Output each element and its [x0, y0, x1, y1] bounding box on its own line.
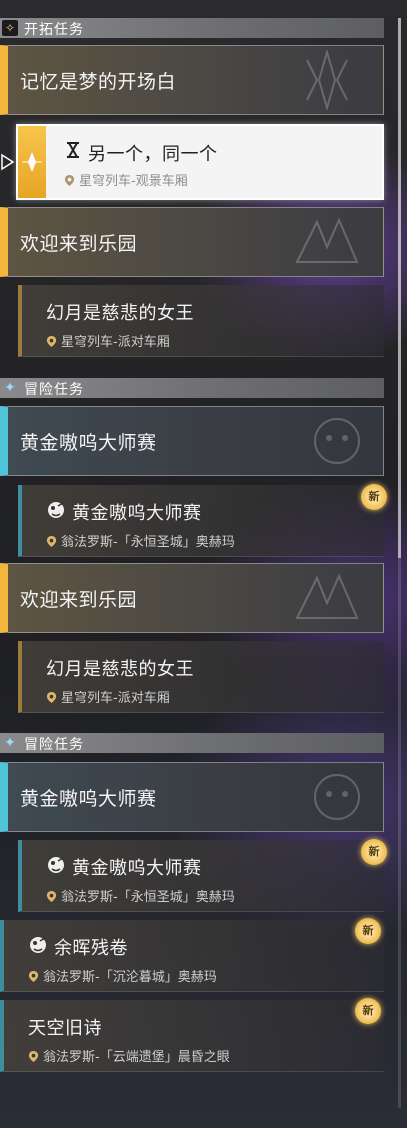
location-text: 翁法罗斯-「云端遗堡」晨昏之眼	[43, 1050, 230, 1065]
quest-location: 星穹列车-派对车厢	[46, 331, 170, 350]
location-text: 翁法罗斯-「永恒圣城」奥赫玛	[61, 535, 235, 550]
emblem-decoration-icon	[295, 573, 359, 619]
location-text: 星穹列车-派对车厢	[61, 691, 170, 706]
quest-location: 翁法罗斯-「永恒圣城」奥赫玛	[46, 531, 235, 550]
quest-item-sky-poem[interactable]: 天空旧诗 翁法罗斯-「云端遗堡」晨昏之眼	[0, 1000, 384, 1072]
section-label: 冒险任务	[24, 737, 84, 753]
section-header-trailblaze[interactable]: ✧ 开拓任务	[0, 18, 384, 38]
location-pin-icon	[46, 536, 57, 547]
quest-subitem-golden-1[interactable]: 黄金嗷呜大师赛 翁法罗斯-「永恒圣城」奥赫玛	[18, 485, 384, 557]
new-badge: 新	[361, 839, 387, 865]
quest-title: 幻月是慈悲的女王	[46, 303, 194, 324]
quest-title: 余晖残卷	[54, 938, 128, 959]
trailblaze-emblem-icon	[22, 152, 42, 172]
section-label: 冒险任务	[24, 382, 84, 398]
location-text: 星穹列车-派对车厢	[61, 335, 170, 350]
quest-card-golden-2[interactable]: 黄金嗷呜大师赛	[0, 762, 384, 832]
new-badge: 新	[355, 918, 381, 944]
hourglass-icon	[67, 142, 79, 158]
section-header-adventure[interactable]: ✦ 冒险任务	[0, 378, 384, 398]
selected-accent-strip	[18, 126, 46, 198]
mascot-decoration-icon	[314, 774, 360, 820]
quest-card-memory[interactable]: 记忆是梦的开场白	[0, 45, 384, 115]
location-pin-icon	[46, 692, 57, 703]
quest-subitem-illusion-2[interactable]: 幻月是慈悲的女王 星穹列车-派对车厢	[18, 641, 384, 713]
quest-location: 翁法罗斯-「沉沦暮城」奥赫玛	[28, 966, 217, 985]
scrollbar-thumb[interactable]	[398, 18, 401, 558]
quest-subitem-golden-2[interactable]: 黄金嗷呜大师赛 翁法罗斯-「永恒圣城」奥赫玛	[18, 840, 384, 912]
new-badge: 新	[361, 484, 387, 510]
quest-card-golden-1[interactable]: 黄金嗷呜大师赛	[0, 406, 384, 476]
quest-location: 翁法罗斯-「云端遗堡」晨昏之眼	[28, 1046, 230, 1065]
adventure-icon: ✦	[4, 735, 16, 751]
scrollbar[interactable]	[398, 18, 401, 1108]
quest-title: 黄金嗷呜大师赛	[20, 432, 157, 454]
quest-title: 欢迎来到乐园	[20, 233, 138, 255]
quest-location: 星穹列车-观景车厢	[64, 170, 188, 189]
section-label: 开拓任务	[24, 22, 84, 38]
quest-title: 黄金嗷呜大师赛	[72, 503, 202, 524]
adventure-quest-icon	[30, 937, 46, 953]
quest-card-selected[interactable]: 另一个，同一个 星穹列车-观景车厢	[16, 124, 384, 200]
location-pin-icon	[64, 175, 75, 186]
adventure-icon: ✦	[4, 380, 16, 396]
adventure-quest-icon	[48, 857, 64, 873]
quest-card-welcome-2[interactable]: 欢迎来到乐园	[0, 563, 384, 633]
quest-title: 黄金嗷呜大师赛	[72, 858, 202, 879]
quest-title: 黄金嗷呜大师赛	[20, 788, 157, 810]
section-header-adventure-2[interactable]: ✦ 冒险任务	[0, 733, 384, 753]
adventure-quest-icon	[48, 502, 64, 518]
quest-title: 另一个，同一个	[88, 144, 218, 165]
trailblaze-icon: ✧	[2, 20, 18, 36]
emblem-decoration-icon	[295, 217, 359, 263]
location-text: 翁法罗斯-「永恒圣城」奥赫玛	[61, 890, 235, 905]
new-badge: 新	[355, 998, 381, 1024]
quest-title: 幻月是慈悲的女王	[46, 659, 194, 680]
location-pin-icon	[46, 891, 57, 902]
mascot-decoration-icon	[314, 418, 360, 464]
quest-subitem-illusion-1[interactable]: 幻月是慈悲的女王 星穹列车-派对车厢	[18, 285, 384, 357]
quest-location: 星穹列车-派对车厢	[46, 687, 170, 706]
quest-title: 天空旧诗	[28, 1018, 102, 1039]
emblem-decoration-icon	[306, 50, 348, 110]
quest-item-afterglow[interactable]: 余晖残卷 翁法罗斯-「沉沦暮城」奥赫玛	[0, 920, 384, 992]
selection-arrow-icon	[1, 153, 15, 171]
location-pin-icon	[28, 1051, 39, 1062]
quest-card-welcome-1[interactable]: 欢迎来到乐园	[0, 207, 384, 277]
quest-title: 记忆是梦的开场白	[20, 71, 177, 93]
quest-title: 欢迎来到乐园	[20, 589, 138, 611]
location-text: 翁法罗斯-「沉沦暮城」奥赫玛	[43, 970, 217, 985]
location-pin-icon	[28, 971, 39, 982]
quest-location: 翁法罗斯-「永恒圣城」奥赫玛	[46, 886, 235, 905]
location-pin-icon	[46, 336, 57, 347]
location-text: 星穹列车-观景车厢	[79, 174, 188, 189]
